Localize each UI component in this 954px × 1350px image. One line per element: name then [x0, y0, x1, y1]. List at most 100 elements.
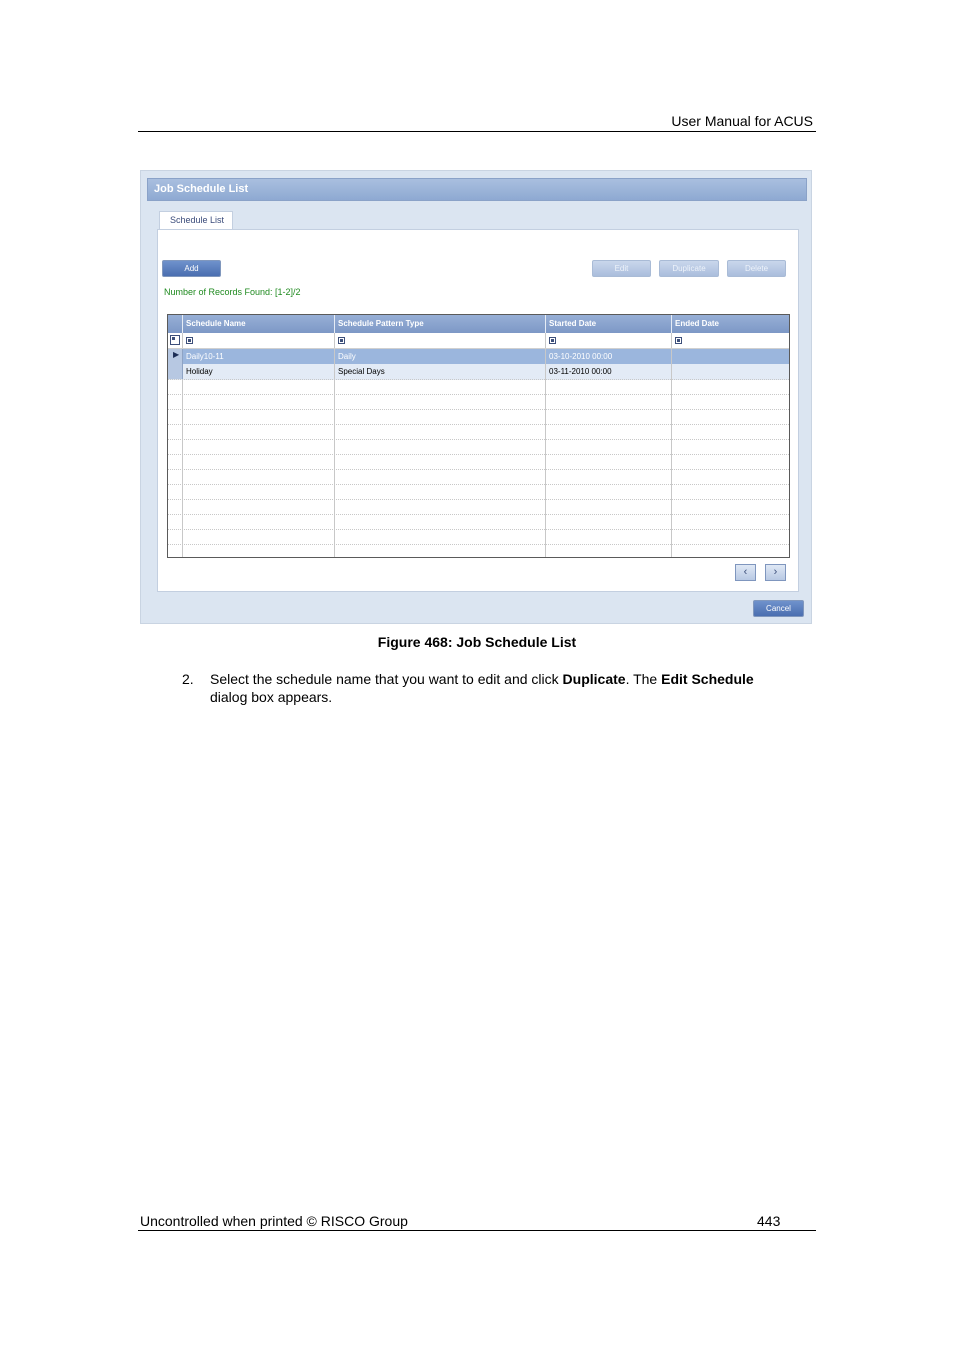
empty-cell: [546, 499, 672, 514]
empty-table-row: [168, 529, 789, 545]
empty-cell: [168, 514, 183, 529]
empty-cell: [168, 469, 183, 484]
cell-ended-date: [672, 364, 789, 379]
grid-filter-row: [168, 333, 789, 349]
empty-cell: [546, 394, 672, 409]
empty-table-row: [168, 394, 789, 410]
empty-table-row: [168, 424, 789, 440]
empty-cell: [183, 409, 335, 424]
cancel-button[interactable]: Cancel: [753, 600, 804, 617]
filter-checkbox[interactable]: [546, 333, 672, 348]
empty-cell: [672, 544, 789, 557]
empty-cell: [546, 439, 672, 454]
empty-cell: [183, 469, 335, 484]
empty-cell: [168, 529, 183, 544]
empty-cell: [672, 394, 789, 409]
content-panel: Add Edit Duplicate Delete Number of Reco…: [157, 229, 799, 592]
empty-cell: [335, 514, 546, 529]
empty-cell: [546, 484, 672, 499]
empty-table-row: [168, 484, 789, 500]
column-header-schedule-name[interactable]: Schedule Name: [183, 315, 335, 333]
empty-cell: [335, 409, 546, 424]
row-header: [168, 364, 183, 379]
empty-cell: [168, 499, 183, 514]
footer-page-number: 443: [757, 1213, 781, 1229]
empty-cell: [672, 469, 789, 484]
step-number: 2.: [182, 671, 194, 687]
column-header-pattern-type[interactable]: Schedule Pattern Type: [335, 315, 546, 333]
cell-pattern-type: Special Days: [335, 364, 546, 379]
table-row[interactable]: Holiday Special Days 03-11-2010 00:00: [168, 364, 789, 380]
footer-copyright: Uncontrolled when printed © RISCO Group: [140, 1213, 408, 1229]
column-header-started-date[interactable]: Started Date: [546, 315, 672, 333]
empty-cell: [672, 514, 789, 529]
page-footer: Uncontrolled when printed © RISCO Group …: [138, 1212, 816, 1231]
filter-clear-icon[interactable]: [168, 333, 183, 348]
step-text-part: Select the schedule name that you want t…: [210, 671, 563, 687]
empty-cell: [335, 394, 546, 409]
empty-cell: [335, 454, 546, 469]
schedule-grid: Schedule Name Schedule Pattern Type Star…: [167, 314, 790, 558]
empty-table-row: [168, 544, 789, 557]
cell-started-date: 03-11-2010 00:00: [546, 364, 672, 379]
empty-cell: [335, 499, 546, 514]
add-button[interactable]: Add: [162, 260, 221, 277]
empty-cell: [183, 439, 335, 454]
cell-pattern-type: Daily: [335, 349, 546, 364]
empty-cell: [183, 394, 335, 409]
next-page-button[interactable]: ›: [765, 564, 786, 581]
filter-checkbox[interactable]: [672, 333, 789, 348]
empty-cell: [335, 484, 546, 499]
tab-schedule-list[interactable]: Schedule List: [159, 211, 233, 229]
tab-label: Schedule List: [170, 215, 225, 225]
empty-cell: [672, 454, 789, 469]
empty-cell: [183, 544, 335, 557]
empty-cell: [168, 394, 183, 409]
empty-table-row: [168, 499, 789, 515]
empty-cell: [672, 499, 789, 514]
empty-cell: [168, 379, 183, 394]
empty-cell: [168, 439, 183, 454]
empty-table-row: [168, 439, 789, 455]
empty-cell: [672, 424, 789, 439]
step-bold-edit-schedule: Edit Schedule: [661, 671, 754, 687]
empty-cell: [335, 544, 546, 557]
empty-cell: [672, 484, 789, 499]
empty-cell: [335, 379, 546, 394]
empty-cell: [183, 514, 335, 529]
edit-button[interactable]: Edit: [592, 260, 651, 277]
empty-table-row: [168, 409, 789, 425]
cell-ended-date: [672, 349, 789, 364]
empty-cell: [168, 544, 183, 557]
empty-cell: [546, 469, 672, 484]
empty-cell: [183, 454, 335, 469]
previous-page-button[interactable]: ‹: [735, 564, 756, 581]
table-row[interactable]: ▶ Daily10-11 Daily 03-10-2010 00:00: [168, 349, 789, 365]
filter-checkbox[interactable]: [335, 333, 546, 348]
empty-cell: [183, 379, 335, 394]
filter-checkbox[interactable]: [183, 333, 335, 348]
header-corner: [168, 315, 183, 333]
empty-cell: [335, 469, 546, 484]
duplicate-button[interactable]: Duplicate: [659, 260, 719, 277]
cell-schedule-name: Holiday: [183, 364, 335, 379]
empty-cell: [672, 439, 789, 454]
window-title-bar: Job Schedule List: [147, 178, 807, 201]
empty-cell: [168, 484, 183, 499]
cell-schedule-name: Daily10-11: [183, 349, 335, 364]
empty-cell: [183, 499, 335, 514]
empty-cell: [546, 454, 672, 469]
empty-cell: [546, 409, 672, 424]
empty-cell: [672, 529, 789, 544]
empty-cell: [335, 424, 546, 439]
empty-cell: [183, 484, 335, 499]
step-bold-duplicate: Duplicate: [562, 671, 626, 687]
delete-button[interactable]: Delete: [727, 260, 786, 277]
row-pointer-icon: ▶: [168, 349, 183, 364]
figure-caption: Figure 468: Job Schedule List: [377, 634, 577, 650]
empty-cell: [183, 424, 335, 439]
column-header-ended-date[interactable]: Ended Date: [672, 315, 789, 333]
job-schedule-screenshot: Job Schedule List Schedule List Add Edit…: [140, 170, 812, 624]
cell-started-date: 03-10-2010 00:00: [546, 349, 672, 364]
empty-cell: [183, 529, 335, 544]
